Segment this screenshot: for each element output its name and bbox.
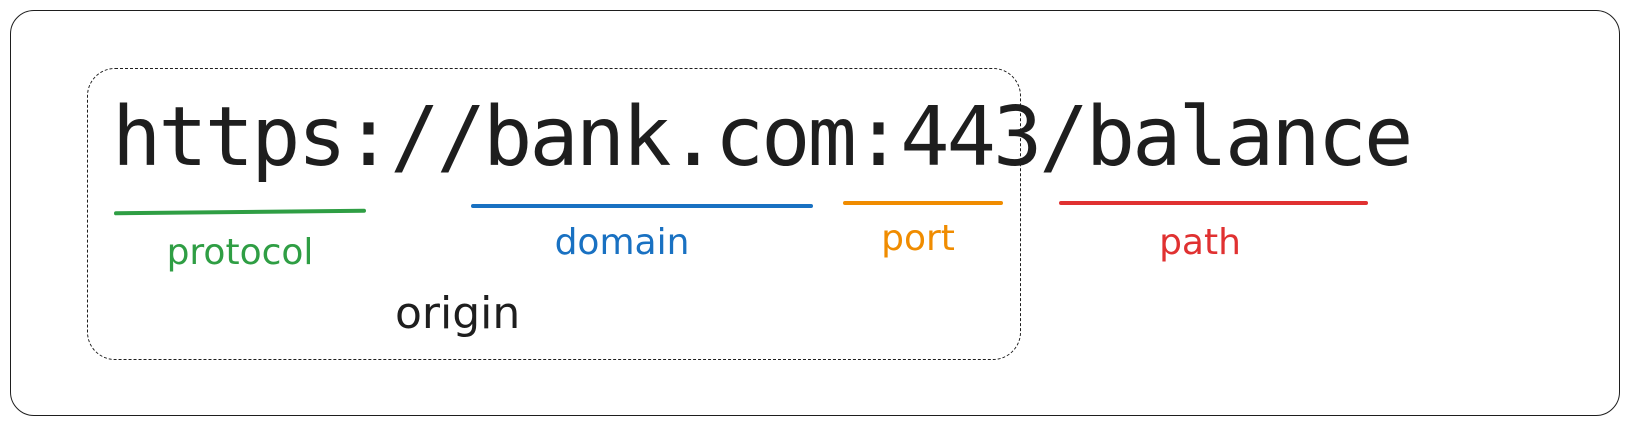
port-label: port <box>881 218 955 259</box>
domain-label: domain <box>554 222 690 263</box>
path-label: path <box>1159 222 1241 263</box>
domain-underline <box>471 204 813 208</box>
protocol-label: protocol <box>166 232 314 273</box>
port-underline <box>843 201 1003 205</box>
path-underline <box>1059 201 1368 205</box>
url-path: /balance <box>1039 90 1413 185</box>
url-domain: bank.com <box>482 90 857 185</box>
url-colon: : <box>853 90 903 185</box>
url-port: 443 <box>900 90 1042 185</box>
url-protocol: https: <box>112 90 393 185</box>
origin-label: origin <box>395 288 521 339</box>
url-slashes: // <box>390 90 486 185</box>
url-text: https://bank.com:443/balance <box>112 90 1413 185</box>
